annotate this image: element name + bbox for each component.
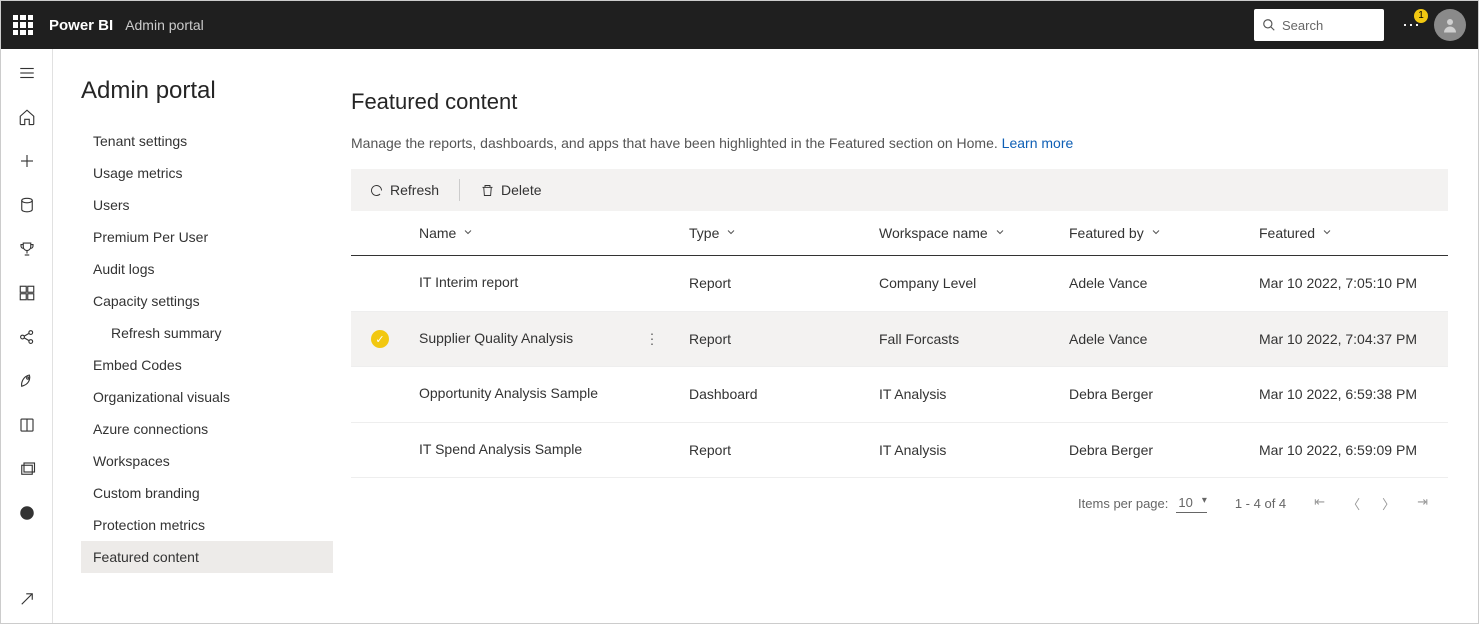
app-header: Power BI Admin portal Search ⋯ 1	[1, 1, 1478, 49]
admin-nav-item[interactable]: Capacity settings	[81, 285, 333, 317]
pager-next[interactable]: 〉	[1382, 494, 1395, 513]
admin-nav-item[interactable]: Premium Per User	[81, 221, 333, 253]
col-type[interactable]: Type	[681, 211, 871, 256]
cell-featured_by: Adele Vance	[1061, 256, 1251, 312]
section-label: Admin portal	[125, 17, 204, 33]
table-row[interactable]: Opportunity Analysis Sample⋮DashboardIT …	[351, 367, 1448, 423]
expand-icon[interactable]	[17, 589, 37, 609]
col-featured-by[interactable]: Featured by	[1061, 211, 1251, 256]
admin-nav-item[interactable]: Azure connections	[81, 413, 333, 445]
admin-nav-item[interactable]: Workspaces	[81, 445, 333, 477]
items-per-page-select[interactable]: 10	[1176, 495, 1206, 513]
col-workspace[interactable]: Workspace name	[871, 211, 1061, 256]
main-panel: Featured content Manage the reports, das…	[333, 49, 1478, 623]
share-icon[interactable]	[17, 327, 37, 347]
content-description: Manage the reports, dashboards, and apps…	[351, 135, 1448, 151]
admin-nav-item[interactable]: Organizational visuals	[81, 381, 333, 413]
cell-featured: Mar 10 2022, 6:59:09 PM	[1251, 422, 1448, 478]
admin-nav-item[interactable]: Custom branding	[81, 477, 333, 509]
learn-icon[interactable]	[17, 415, 37, 435]
search-placeholder: Search	[1282, 18, 1323, 33]
refresh-button[interactable]: Refresh	[363, 178, 445, 202]
row-more-icon[interactable]: ⋮	[645, 330, 659, 347]
data-icon[interactable]	[17, 195, 37, 215]
pager-first[interactable]: ⇤	[1314, 494, 1325, 513]
admin-nav-item[interactable]: Refresh summary	[81, 317, 333, 349]
col-featured[interactable]: Featured	[1251, 211, 1448, 256]
delete-button[interactable]: Delete	[474, 178, 547, 202]
table-pager: Items per page: 10 1 - 4 of 4 ⇤ 〈 〉 ⇥	[351, 478, 1448, 529]
cell-type: Report	[681, 311, 871, 367]
cell-workspace: IT Analysis	[871, 422, 1061, 478]
more-options-button[interactable]: ⋯ 1	[1402, 15, 1420, 36]
table-row[interactable]: Supplier Quality Analysis⋮ReportFall For…	[351, 311, 1448, 367]
admin-nav-item[interactable]: Audit logs	[81, 253, 333, 285]
content-heading: Featured content	[351, 89, 1448, 115]
items-per-page-label: Items per page:	[1078, 496, 1168, 511]
cell-featured: Mar 10 2022, 6:59:38 PM	[1251, 367, 1448, 423]
trash-icon	[480, 183, 495, 198]
admin-nav-item[interactable]: Usage metrics	[81, 157, 333, 189]
chevron-down-icon	[1150, 226, 1162, 238]
refresh-icon	[369, 183, 384, 198]
admin-nav-item[interactable]: Embed Codes	[81, 349, 333, 381]
search-icon	[1262, 18, 1276, 32]
col-name[interactable]: Name	[351, 211, 681, 256]
cell-featured_by: Adele Vance	[1061, 311, 1251, 367]
search-input[interactable]: Search	[1254, 9, 1384, 41]
home-icon[interactable]	[17, 107, 37, 127]
cell-type: Report	[681, 256, 871, 312]
admin-sidebar: Admin portal Tenant settingsUsage metric…	[53, 49, 333, 623]
toolbar-separator	[459, 179, 460, 201]
admin-nav-item[interactable]: Protection metrics	[81, 509, 333, 541]
cell-featured_by: Debra Berger	[1061, 367, 1251, 423]
featured-content-table: Name Type Workspace name Featured by Fea…	[351, 211, 1448, 478]
plus-icon[interactable]	[17, 151, 37, 171]
hamburger-icon[interactable]	[17, 63, 37, 83]
selected-badge	[371, 330, 389, 348]
pager-range: 1 - 4 of 4	[1235, 496, 1286, 511]
cell-type: Dashboard	[681, 367, 871, 423]
cell-featured: Mar 10 2022, 7:05:10 PM	[1251, 256, 1448, 312]
notification-badge: 1	[1414, 9, 1428, 23]
apps-icon[interactable]	[17, 283, 37, 303]
cell-workspace: IT Analysis	[871, 367, 1061, 423]
cell-type: Report	[681, 422, 871, 478]
action-toolbar: Refresh Delete	[351, 169, 1448, 211]
user-avatar[interactable]	[1434, 9, 1466, 41]
learn-more-link[interactable]: Learn more	[1002, 135, 1074, 151]
admin-nav-item[interactable]: Users	[81, 189, 333, 221]
table-row[interactable]: IT Spend Analysis Sample⋮ReportIT Analys…	[351, 422, 1448, 478]
table-row[interactable]: IT Interim report⋮ReportCompany LevelAde…	[351, 256, 1448, 312]
trophy-icon[interactable]	[17, 239, 37, 259]
cell-workspace: Company Level	[871, 256, 1061, 312]
pager-prev[interactable]: 〈	[1347, 494, 1360, 513]
admin-nav-item[interactable]: Tenant settings	[81, 125, 333, 157]
workspaces-icon[interactable]	[17, 459, 37, 479]
chevron-down-icon	[725, 226, 737, 238]
brand-label: Power BI	[49, 17, 113, 34]
cell-featured_by: Debra Berger	[1061, 422, 1251, 478]
deploy-icon[interactable]	[17, 371, 37, 391]
chevron-down-icon	[994, 226, 1006, 238]
admin-icon[interactable]	[17, 503, 37, 523]
chevron-down-icon	[462, 226, 474, 238]
pager-last[interactable]: ⇥	[1417, 494, 1428, 513]
admin-nav-item[interactable]: Featured content	[81, 541, 333, 573]
chevron-down-icon	[1321, 226, 1333, 238]
cell-featured: Mar 10 2022, 7:04:37 PM	[1251, 311, 1448, 367]
page-title: Admin portal	[81, 77, 333, 105]
app-launcher-icon[interactable]	[13, 15, 33, 35]
nav-rail	[1, 49, 53, 623]
cell-workspace: Fall Forcasts	[871, 311, 1061, 367]
